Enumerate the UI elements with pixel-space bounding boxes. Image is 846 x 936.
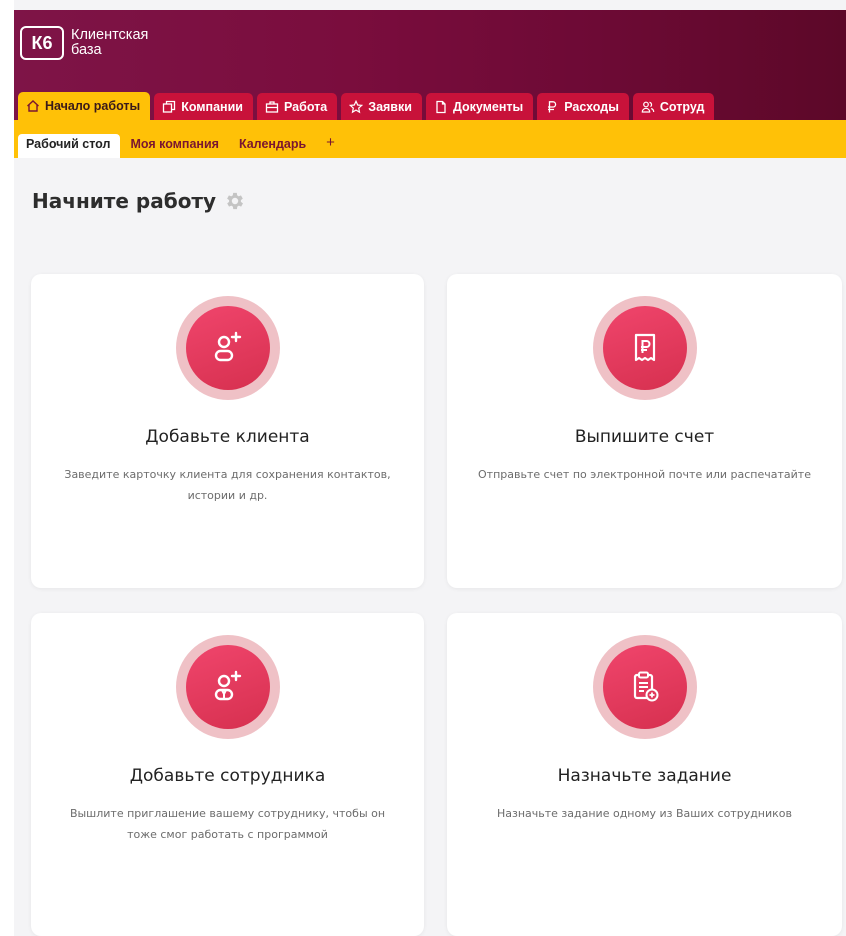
page-title-text: Начните работу [32, 189, 217, 213]
tab-start[interactable]: Начало работы [18, 92, 151, 120]
icon-circle[interactable] [185, 306, 270, 390]
icon-halo [592, 635, 697, 739]
left-margin [0, 0, 14, 936]
briefcase-icon [265, 100, 279, 114]
gear-icon[interactable] [224, 190, 246, 212]
icon-circle[interactable] [602, 645, 687, 729]
card-description: Вышлите приглашение вашему сотруднику, ч… [69, 807, 386, 841]
tab-label: Сотруд [659, 99, 705, 114]
add-employee-icon [214, 670, 241, 701]
tab-requests[interactable]: Заявки [341, 93, 422, 120]
app-logo[interactable]: К6 Клиентская база [20, 26, 148, 60]
tab-work[interactable]: Работа [256, 93, 338, 120]
card-add-client[interactable]: Добавьте клиента Заведите карточку клиен… [31, 274, 424, 588]
logo-line-1: Клиентская [71, 27, 149, 43]
users-icon [641, 100, 655, 114]
card-issue-invoice[interactable]: Выпишите счет Отправьте счет по электрон… [447, 274, 842, 588]
tab-documents[interactable]: Документы [425, 93, 534, 120]
ruble-icon [545, 100, 559, 114]
card-add-employee[interactable]: Добавьте сотрудника Вышлите приглашение … [31, 613, 424, 936]
card-title: Добавьте клиента [145, 427, 310, 447]
logo-line-2: база [71, 42, 102, 58]
logo-badge: К6 [20, 26, 64, 60]
tab-label: Документы [452, 99, 524, 114]
add-subtab-button[interactable]: + [318, 134, 345, 158]
logo-text: Клиентская база [71, 28, 148, 58]
icon-halo [175, 296, 280, 400]
windows-icon [162, 100, 176, 114]
card-assign-task[interactable]: Назначьте задание Назначьте задание одно… [447, 613, 842, 936]
tab-label: Работа [283, 99, 328, 114]
tab-companies[interactable]: Компании [154, 93, 253, 120]
icon-circle[interactable] [185, 645, 270, 729]
subtab-calendar[interactable]: Календарь [231, 134, 316, 158]
home-icon [26, 99, 40, 113]
star-icon [349, 99, 364, 114]
main-tabs: Начало работы Компании Работа Заявки Док… [18, 92, 718, 120]
clipboard-task-icon [633, 671, 658, 702]
page-title: Начните работу [32, 189, 246, 213]
card-description: Отправьте счет по электронной почте или … [478, 468, 811, 481]
tab-label: Расходы [564, 99, 619, 114]
tab-label: Компании [181, 99, 243, 114]
document-icon [434, 100, 448, 114]
icon-halo [175, 635, 280, 739]
card-description: Назначьте задание одному из Ваших сотруд… [496, 807, 793, 820]
tab-employees[interactable]: Сотруд [632, 93, 715, 120]
card-title: Добавьте сотрудника [129, 766, 326, 786]
icon-circle[interactable] [602, 306, 687, 390]
subtab-my-company[interactable]: Моя компания [122, 134, 229, 158]
icon-halo [592, 296, 697, 400]
card-title: Назначьте задание [557, 766, 732, 786]
tab-expenses[interactable]: Расходы [537, 93, 629, 120]
add-user-icon [214, 331, 241, 362]
subtab-desktop[interactable]: Рабочий стол [18, 134, 121, 158]
card-title: Выпишите счет [574, 427, 715, 447]
tab-label: Начало работы [45, 99, 141, 113]
card-description: Заведите карточку клиента для сохранения… [64, 468, 391, 502]
sub-navigation: Рабочий стол Моя компания Календарь + [14, 120, 846, 158]
tab-label: Заявки [368, 99, 412, 114]
receipt-ruble-icon [634, 333, 655, 362]
